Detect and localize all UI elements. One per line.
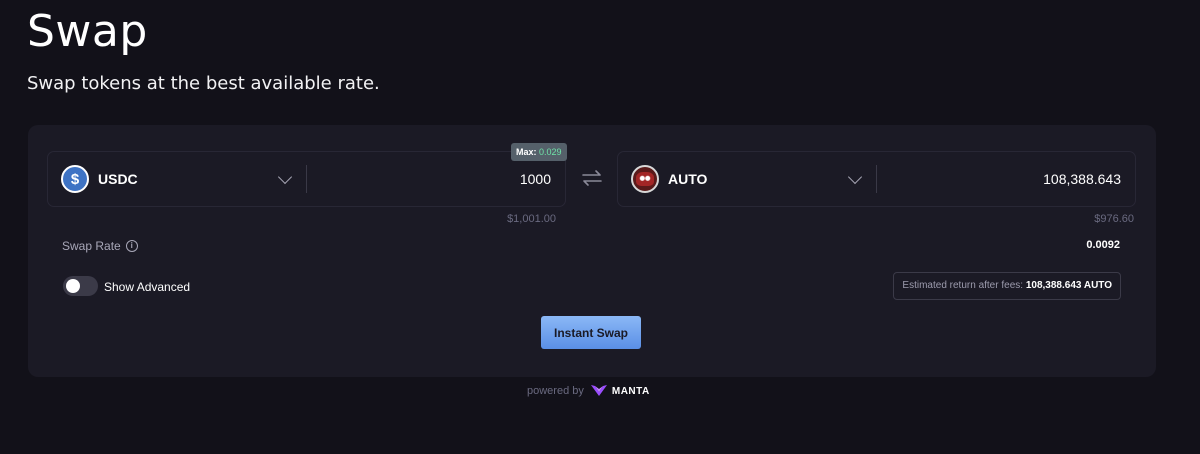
- show-advanced-toggle[interactable]: [63, 276, 98, 296]
- max-label: Max:: [516, 147, 537, 157]
- to-token-selector[interactable]: AUTO: [618, 152, 876, 206]
- chevron-down-icon: [277, 169, 293, 185]
- show-advanced-label: Show Advanced: [104, 280, 191, 294]
- toggle-knob: [66, 279, 80, 293]
- from-usd-value: $1,001.00: [507, 213, 556, 225]
- max-button[interactable]: Max: 0.029: [511, 143, 567, 161]
- divider: [306, 165, 307, 193]
- swap-rate-label: Swap Rate i: [62, 239, 138, 253]
- page-title: Swap: [27, 6, 148, 57]
- powered-by: powered by MANTA: [527, 383, 650, 399]
- page-subtitle: Swap tokens at the best available rate.: [27, 73, 380, 94]
- powered-by-text: powered by: [527, 385, 584, 397]
- swap-direction-icon[interactable]: [581, 169, 603, 187]
- from-token-box: $ USDC: [47, 151, 566, 207]
- divider: [876, 165, 877, 193]
- from-token-symbol: USDC: [98, 171, 138, 187]
- instant-swap-button[interactable]: Instant Swap: [541, 316, 641, 349]
- estimated-return-label: Estimated return after fees:: [902, 280, 1024, 291]
- info-icon[interactable]: i: [125, 240, 138, 252]
- max-value: 0.029: [539, 147, 562, 157]
- chevron-down-icon: [847, 169, 863, 185]
- auto-icon: [631, 165, 659, 193]
- usdc-icon: $: [61, 165, 89, 193]
- manta-wordmark: MANTA: [611, 385, 650, 397]
- to-token-box: AUTO: [617, 151, 1136, 207]
- swap-card: $ USDC Max: 0.029 AUTO $1,001.00 $976.60…: [28, 125, 1156, 377]
- estimated-return-amount: 108,388.643 AUTO: [1025, 280, 1112, 291]
- swap-rate-value: 0.0092: [1086, 239, 1120, 251]
- manta-logo-icon: [590, 385, 607, 396]
- swap-rate-text: Swap Rate: [62, 239, 121, 253]
- to-token-symbol: AUTO: [668, 171, 708, 187]
- estimated-return-box: Estimated return after fees: 108,388.643…: [893, 272, 1121, 300]
- to-usd-value: $976.60: [1094, 213, 1134, 225]
- from-token-selector[interactable]: $ USDC: [48, 152, 306, 206]
- to-amount-input[interactable]: [891, 152, 1121, 206]
